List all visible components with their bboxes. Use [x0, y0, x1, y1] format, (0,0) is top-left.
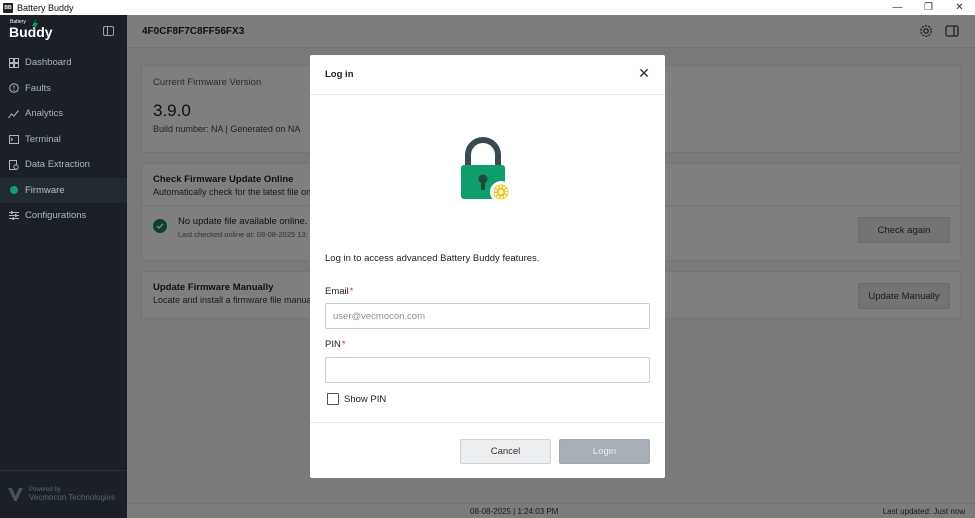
sidebar-item-dashboard[interactable]: Dashboard: [0, 50, 127, 76]
dialog-footer-divider: [310, 422, 665, 423]
app-icon: BB: [3, 2, 13, 13]
window-controls: — ❐ ✕: [882, 0, 975, 15]
show-pin-toggle[interactable]: Show PIN: [327, 393, 386, 405]
email-field[interactable]: [325, 303, 650, 329]
dialog-description: Log in to access advanced Battery Buddy …: [325, 253, 540, 264]
company-name: Vecmocon Technologies: [29, 493, 116, 502]
email-label: Email*: [325, 286, 354, 297]
sidebar-item-label: Faults: [25, 82, 51, 94]
login-button[interactable]: Login: [559, 439, 650, 464]
dialog-title: Log in: [325, 69, 354, 80]
sidebar-item-label: Data Extraction: [25, 159, 90, 171]
window-titlebar: BB Battery Buddy — ❐ ✕: [0, 0, 975, 15]
sidebar-item-label: Analytics: [25, 108, 64, 120]
sidebar-header: Battery Buddy: [0, 15, 127, 50]
sidebar-item-terminal[interactable]: Terminal: [0, 127, 127, 153]
sidebar-collapse-icon[interactable]: [103, 26, 114, 36]
pin-label: PIN*: [325, 339, 346, 350]
required-mark: *: [349, 286, 354, 297]
dashboard-icon: [8, 57, 19, 68]
vecmocon-logo-icon: [8, 488, 23, 501]
sidebar-item-configurations[interactable]: Configurations: [0, 203, 127, 229]
sidebar-footer: Powered by Vecmocon Technologies: [0, 470, 127, 518]
sidebar-item-data-extraction[interactable]: Data Extraction: [0, 152, 127, 178]
sidebar-item-label: Terminal: [25, 133, 61, 145]
close-icon[interactable]: ✕: [638, 66, 650, 80]
sidebar-nav: Dashboard Faults Analytics Terminal Data…: [0, 50, 127, 229]
sidebar-item-label: Firmware: [25, 184, 65, 196]
required-mark: *: [341, 339, 346, 350]
sidebar-item-firmware[interactable]: Firmware: [0, 177, 127, 203]
bolt-icon: [32, 18, 38, 32]
battery-buddy-logo: Battery Buddy: [9, 18, 53, 40]
sidebar-item-analytics[interactable]: Analytics: [0, 101, 127, 127]
restore-button[interactable]: ❐: [913, 0, 944, 15]
dialog-header: Log in ✕: [310, 55, 665, 95]
login-dialog: Log in ✕ Log in to access advanced Batte…: [310, 55, 665, 478]
pin-field[interactable]: [325, 357, 650, 383]
firmware-dot-icon: [8, 185, 19, 196]
alert-circle-icon: [8, 83, 19, 94]
sidebar-item-label: Dashboard: [25, 57, 72, 69]
show-pin-checkbox[interactable]: [327, 393, 339, 405]
close-window-button[interactable]: ✕: [944, 0, 975, 15]
analytics-icon: [8, 108, 19, 119]
sliders-icon: [8, 210, 19, 221]
sidebar-item-faults[interactable]: Faults: [0, 76, 127, 102]
terminal-icon: [8, 134, 19, 145]
show-pin-label: Show PIN: [344, 393, 387, 405]
data-extraction-icon: [8, 159, 19, 170]
window-title: Battery Buddy: [17, 2, 74, 13]
sidebar-item-label: Configurations: [25, 210, 87, 222]
lock-icon: [461, 137, 512, 203]
sidebar: Battery Buddy Dashboard Faults Analytics: [0, 15, 127, 518]
minimize-button[interactable]: —: [882, 0, 913, 15]
cancel-button[interactable]: Cancel: [460, 439, 551, 464]
